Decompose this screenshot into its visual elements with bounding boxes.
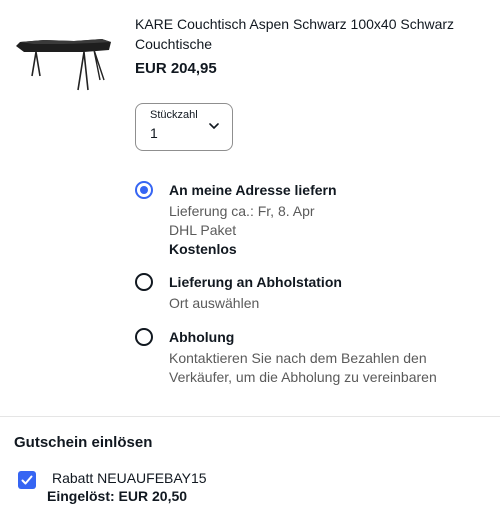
quantity-value: 1 [150,125,158,141]
option-title: An meine Adresse liefern [169,182,337,198]
chevron-down-icon [209,123,219,129]
coffee-table-image [16,39,111,91]
product-title[interactable]: KARE Couchtisch Aspen Schwarz 100x40 Sch… [135,14,485,54]
coupon-checkbox[interactable] [18,471,36,489]
choose-location-link[interactable]: Ort auswählen [169,294,489,313]
quantity-label: Stückzahl [150,109,198,121]
coupon-code[interactable]: Rabatt NEUAUFEBAY15 [52,470,207,486]
product-price: EUR 204,95 [135,60,217,77]
delivery-carrier: DHL Paket [169,222,237,238]
quantity-select[interactable]: Stückzahl 1 [135,103,233,151]
product-summary: KARE Couchtisch Aspen Schwarz 100x40 Sch… [0,0,500,110]
radio-address[interactable] [135,181,153,199]
pickup-info-line: Verkäufer, um die Abholung zu vereinbare… [169,369,437,385]
coupon-applied-amount: Eingelöst: EUR 20,50 [47,488,188,504]
option-title: Abholung [169,329,235,345]
coupon-heading: Gutschein einlösen [14,434,153,451]
radio-pickup[interactable] [135,328,153,346]
delivery-cost: Kostenlos [169,241,237,257]
radio-pickup-station[interactable] [135,273,153,291]
pickup-info-line: Kontaktieren Sie nach dem Bezahlen den [169,350,427,366]
product-thumbnail[interactable] [14,14,114,104]
delivery-date: Lieferung ca.: Fr, 8. Apr [169,203,315,219]
option-title: Lieferung an Abholstation [169,274,342,290]
section-divider [0,416,500,417]
checkmark-icon [21,475,33,485]
